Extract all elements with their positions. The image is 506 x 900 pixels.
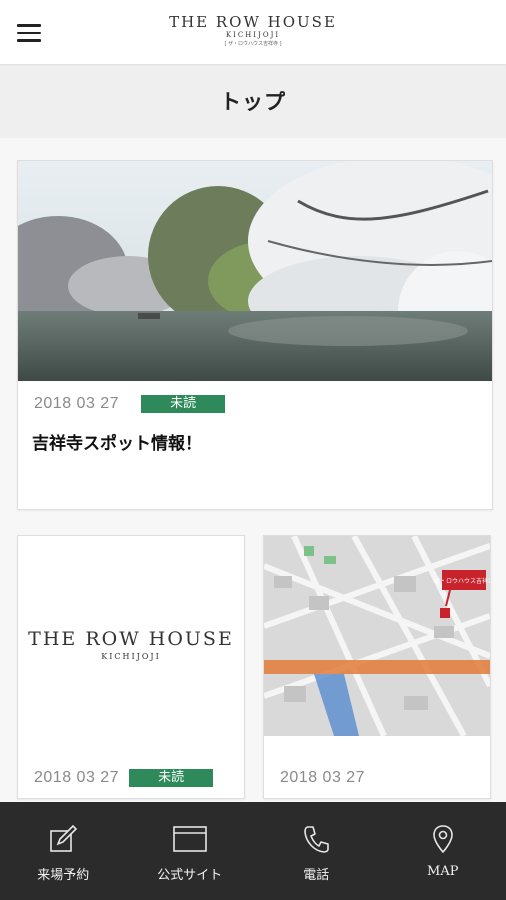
unread-badge: 未読 [129,769,214,787]
unread-badge: 未読 [141,395,226,413]
phone-icon [304,826,330,853]
logo-subtitle: KICHIJOJI [225,31,281,39]
tab-visit-reservation[interactable]: 来場予約 [0,802,127,900]
tab-label: 公式サイト [157,868,223,883]
tab-map[interactable]: MAP [380,802,506,900]
brand-logo[interactable]: THE ROW HOUSE KICHIJOJI [ ザ・ロウハウス吉祥寺 ] [153,14,353,48]
logo-title: THE ROW HOUSE [28,628,234,650]
card-meta: 2018 03 27 未読 [34,395,226,413]
app-header: THE ROW HOUSE KICHIJOJI [ ザ・ロウハウス吉祥寺 ] [0,0,506,64]
row-house-logo: THE ROW HOUSE KICHIJOJI [18,628,244,661]
tab-label: 来場予約 [37,868,90,883]
card-meta: 2018 03 27 未読 [34,769,214,787]
menu-icon[interactable] [17,24,41,42]
card-date: 2018 03 27 [280,769,366,786]
news-card-logo[interactable]: THE ROW HOUSE KICHIJOJI 2018 03 27 未読 [17,535,245,799]
card-date: 2018 03 27 [34,395,120,412]
map-label: ザ・ロウハウス吉祥寺 [434,577,490,585]
logo-caption: [ ザ・ロウハウス吉祥寺 ] [224,41,282,47]
logo-title: THE ROW HOUSE [169,13,337,31]
page-title-bar: トップ [0,64,506,143]
card-title: 吉祥寺スポット情報！ [32,434,202,454]
area-map: ザ・ロウハウス吉祥寺 [264,536,490,736]
tab-official-site[interactable]: 公式サイト [127,802,254,900]
news-card-featured[interactable]: 2018 03 27 未読 吉祥寺スポット情報！ [17,160,493,510]
card-date: 2018 03 27 [34,769,120,786]
cherry-blossom-photo [18,161,492,381]
logo-subtitle: KICHIJOJI [101,652,161,661]
page-title: トップ [220,90,286,114]
bottom-tab-bar: 来場予約 公式サイト 電話 MAP [0,802,506,900]
tab-phone[interactable]: 電話 [253,802,380,900]
browser-icon [172,826,207,852]
edit-icon [50,824,78,852]
news-card-map[interactable]: ザ・ロウハウス吉祥寺 2018 03 27 [263,535,491,799]
map-pin-icon [432,825,453,854]
tab-label: 電話 [303,868,330,883]
tab-label: MAP [427,864,459,879]
card-meta: 2018 03 27 [280,769,365,787]
